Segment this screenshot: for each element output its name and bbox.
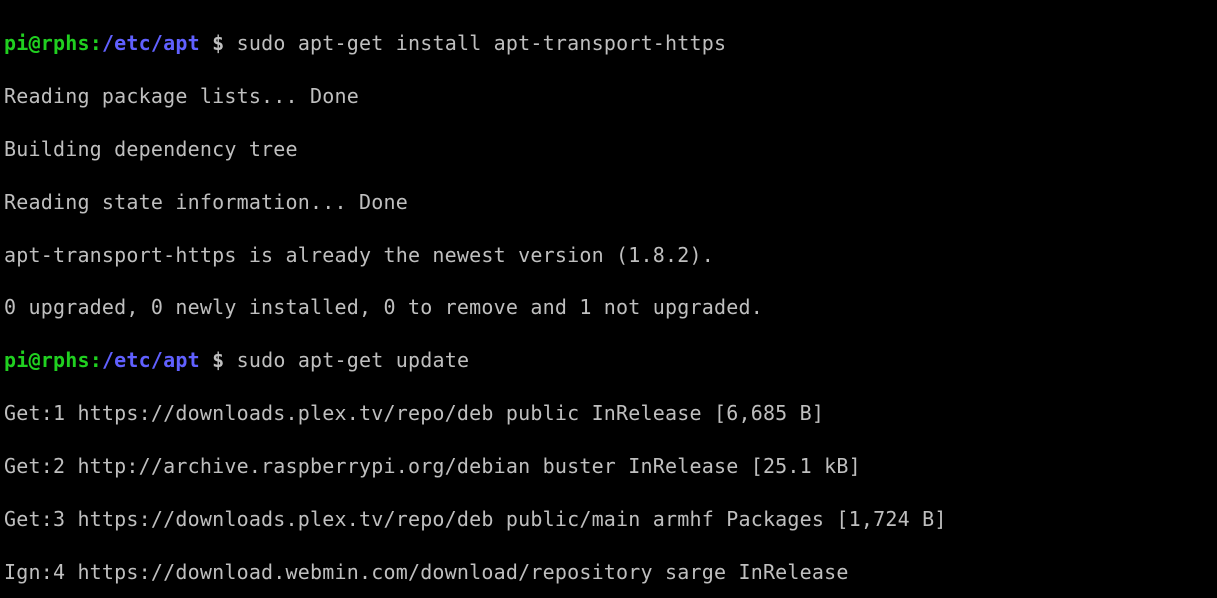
output-line: Get:3 https://downloads.plex.tv/repo/deb… [4, 506, 1213, 532]
prompt-path: /etc/apt [102, 31, 200, 55]
prompt-sep: : [90, 31, 102, 55]
prompt-user: pi@rphs [4, 348, 90, 372]
output-line: Building dependency tree [4, 136, 1213, 162]
output-line: Ign:4 https://download.webmin.com/downlo… [4, 559, 1213, 585]
command-1: sudo apt-get install apt-transport-https [237, 31, 727, 55]
prompt-dollar: $ [200, 348, 237, 372]
output-line: Reading package lists... Done [4, 83, 1213, 109]
prompt-line-2: pi@rphs:/etc/apt $ sudo apt-get update [4, 347, 1213, 373]
terminal[interactable]: pi@rphs:/etc/apt $ sudo apt-get install … [0, 0, 1217, 598]
command-2: sudo apt-get update [237, 348, 470, 372]
prompt-path: /etc/apt [102, 348, 200, 372]
output-line: Get:1 https://downloads.plex.tv/repo/deb… [4, 400, 1213, 426]
output-line: Reading state information... Done [4, 189, 1213, 215]
prompt-dollar: $ [200, 31, 237, 55]
prompt-user: pi@rphs [4, 31, 90, 55]
output-line: apt-transport-https is already the newes… [4, 242, 1213, 268]
output-line: 0 upgraded, 0 newly installed, 0 to remo… [4, 294, 1213, 320]
output-line: Get:2 http://archive.raspberrypi.org/deb… [4, 453, 1213, 479]
prompt-line-1: pi@rphs:/etc/apt $ sudo apt-get install … [4, 30, 1213, 56]
prompt-sep: : [90, 348, 102, 372]
